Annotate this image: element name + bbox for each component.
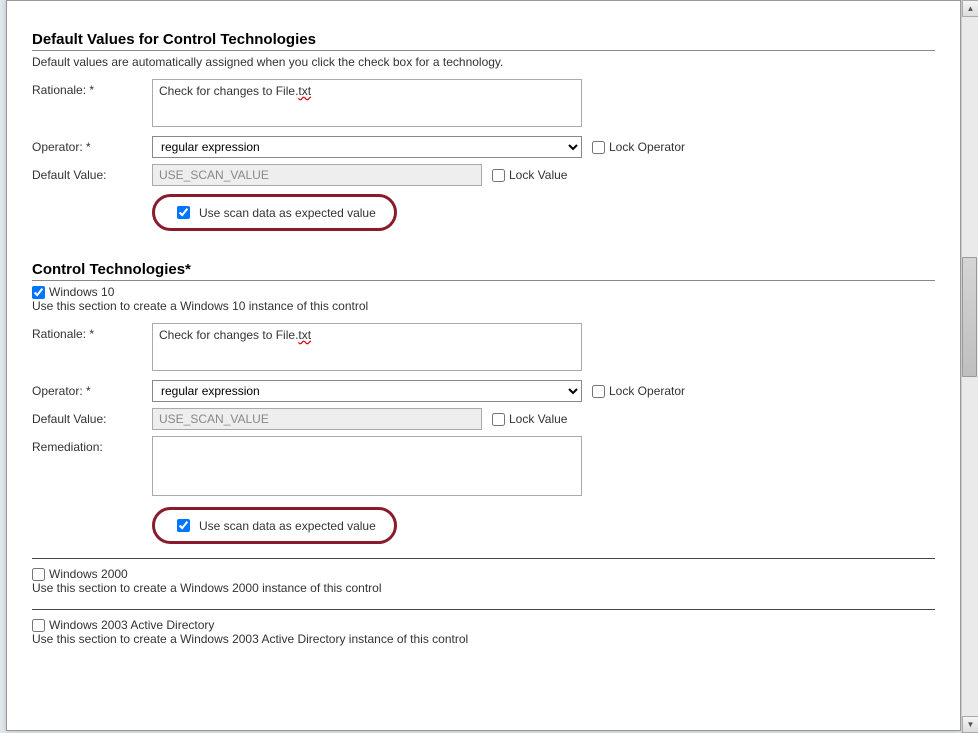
tech-rationale-row: Rationale: * Check for changes to File.t…	[32, 323, 935, 374]
tech-lock-operator-label: Lock Operator	[609, 384, 685, 398]
tech-section-title: Control Technologies*	[32, 261, 935, 281]
tech-default-value-row: Default Value: Lock Value	[32, 408, 935, 430]
scroll-up-button[interactable]: ▲	[962, 0, 978, 17]
tech-lock-value-label: Lock Value	[509, 412, 567, 426]
win2000-subtext: Use this section to create a Windows 200…	[32, 581, 935, 595]
defaults-default-value-row: Default Value: Lock Value	[32, 164, 935, 186]
tech-lock-value-check[interactable]: Lock Value	[492, 412, 567, 426]
remediation-textarea[interactable]	[152, 436, 582, 496]
tech-use-scan-row-highlight: Use scan data as expected value	[152, 507, 397, 544]
operator-label: Operator: *	[32, 136, 152, 154]
lock-value-label: Lock Value	[509, 168, 567, 182]
defaults-section-title: Default Values for Control Technologies	[32, 31, 935, 51]
tech-operator-row: Operator: * regular expression Lock Oper…	[32, 380, 935, 402]
win2003-label: Windows 2003 Active Directory	[49, 618, 214, 632]
scroll-track[interactable]	[962, 17, 978, 716]
tech-use-scan-checkbox[interactable]	[177, 519, 190, 532]
win10-checkbox[interactable]	[32, 286, 45, 299]
lock-value-check[interactable]: Lock Value	[492, 168, 567, 182]
defaults-section-subtext: Default values are automatically assigne…	[32, 55, 935, 69]
win10-check-row[interactable]: Windows 10	[32, 285, 935, 299]
win10-label: Windows 10	[49, 285, 114, 299]
lock-value-checkbox[interactable]	[492, 169, 505, 182]
rationale-textarea[interactable]	[152, 79, 582, 127]
win2003-checkbox[interactable]	[32, 619, 45, 632]
win2000-label: Windows 2000	[49, 567, 128, 581]
operator-select[interactable]: regular expression	[152, 136, 582, 158]
divider-1	[32, 558, 935, 559]
defaults-rationale-row: Rationale: * Check for changes to File.t…	[32, 79, 935, 130]
lock-operator-label: Lock Operator	[609, 140, 685, 154]
win2003-check-row[interactable]: Windows 2003 Active Directory	[32, 618, 935, 632]
defaults-operator-row: Operator: * regular expression Lock Oper…	[32, 136, 935, 158]
use-scan-checkbox[interactable]	[177, 206, 190, 219]
lock-operator-check[interactable]: Lock Operator	[592, 140, 685, 154]
tech-lock-operator-check[interactable]: Lock Operator	[592, 384, 685, 398]
tech-rationale-textarea[interactable]	[152, 323, 582, 371]
scroll-thumb[interactable]	[962, 257, 977, 377]
lock-operator-checkbox[interactable]	[592, 141, 605, 154]
scroll-down-button[interactable]: ▼	[962, 716, 978, 733]
win2003-subtext: Use this section to create a Windows 200…	[32, 632, 935, 646]
tech-remediation-row: Remediation:	[32, 436, 935, 499]
tech-use-scan-label: Use scan data as expected value	[199, 519, 376, 533]
rationale-label: Rationale: *	[32, 79, 152, 97]
tech-rationale-label: Rationale: *	[32, 323, 152, 341]
tech-operator-select[interactable]: regular expression	[152, 380, 582, 402]
default-value-input	[152, 164, 482, 186]
tech-lock-value-checkbox[interactable]	[492, 413, 505, 426]
use-scan-label: Use scan data as expected value	[199, 206, 376, 220]
win2000-checkbox[interactable]	[32, 568, 45, 581]
remediation-label: Remediation:	[32, 436, 152, 454]
win2000-check-row[interactable]: Windows 2000	[32, 567, 935, 581]
win10-subtext: Use this section to create a Windows 10 …	[32, 299, 935, 313]
tech-operator-label: Operator: *	[32, 380, 152, 398]
divider-2	[32, 609, 935, 610]
tech-default-value-label: Default Value:	[32, 408, 152, 426]
form-panel: Default Values for Control Technologies …	[6, 0, 961, 731]
vertical-scrollbar[interactable]: ▲ ▼	[961, 0, 978, 733]
use-scan-row-highlight: Use scan data as expected value	[152, 194, 397, 231]
default-value-label: Default Value:	[32, 164, 152, 182]
tech-lock-operator-checkbox[interactable]	[592, 385, 605, 398]
tech-default-value-input	[152, 408, 482, 430]
